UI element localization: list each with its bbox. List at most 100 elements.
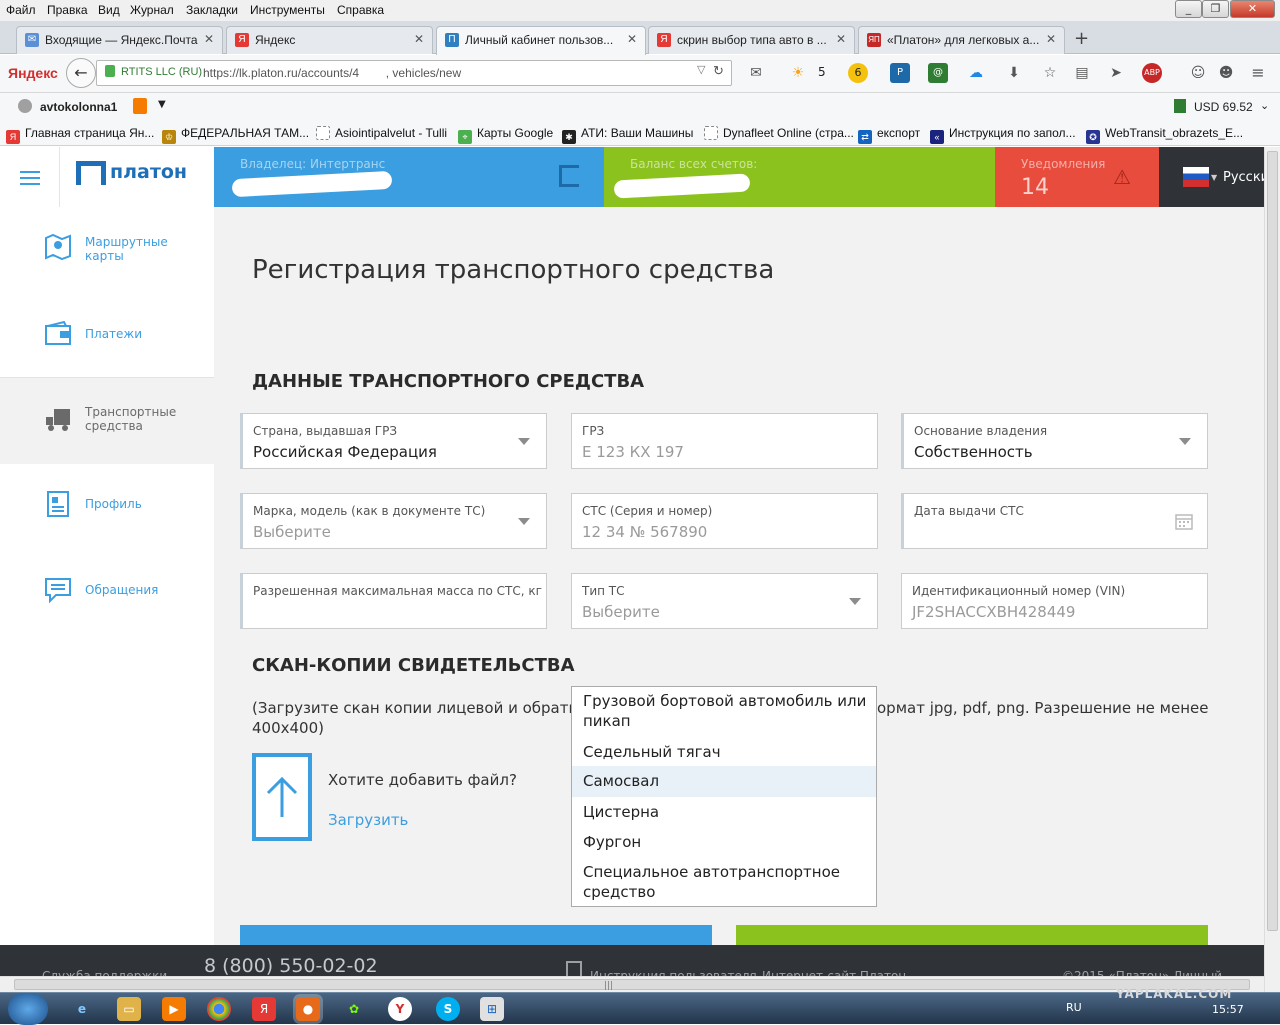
tab-platon[interactable]: П Личный кабинет пользов... ✕ [436,26,646,55]
menu-history[interactable]: Журнал [130,3,174,17]
bookmark-item[interactable]: « Инструкция по запол... [930,126,1076,144]
bookmark-item[interactable]: ⇄ експорт [858,126,920,144]
sts-date-input[interactable]: Дата выдачи СТС [901,493,1208,549]
sidebar-item-profile[interactable]: Профиль [0,464,214,550]
language-label: Русски [1223,170,1264,185]
download-icon[interactable]: ⬇ [1004,63,1024,83]
minimize-button[interactable]: _ [1175,0,1202,18]
sidebar-item-payments[interactable]: Платежи [0,293,214,379]
notifications-block[interactable]: Уведомления 14 ⚠ [995,147,1159,207]
menu-file[interactable]: Файл [6,3,36,17]
extension-c-icon[interactable]: @ [928,63,948,83]
username[interactable]: avtokolonna1 [40,100,117,114]
scrollbar-thumb[interactable] [1267,151,1278,931]
star-icon[interactable]: ☆ [1040,63,1060,83]
firefox-icon[interactable]: ● [296,997,320,1021]
language-selector[interactable]: ▼ Русски [1159,147,1264,207]
network-icon[interactable]: ⊞ [480,997,504,1021]
option-tanker[interactable]: Цистерна [572,802,876,822]
chat-icon[interactable]: ☺ [1188,63,1208,83]
close-window-button[interactable]: ✕ [1230,0,1275,18]
icq-icon[interactable]: ✿ [342,997,366,1021]
user-icon[interactable]: ☻ [1216,63,1236,83]
logout-icon[interactable] [559,165,579,187]
bookmark-item[interactable]: ✪ WebTransit_obrazets_E... [1086,126,1243,144]
close-tab-icon[interactable]: ✕ [204,32,214,46]
reload-icon[interactable]: ↻ [713,63,724,79]
mail-icon[interactable]: ✉ [746,63,766,83]
menu-bookmarks[interactable]: Закладки [186,3,238,17]
vehicle-type-select[interactable]: Тип ТС Выберите [571,573,878,629]
maximize-button[interactable]: ❐ [1202,0,1229,18]
new-tab-button[interactable]: + [1074,28,1089,49]
yandex-browser-icon[interactable]: Я [252,997,276,1021]
language-indicator[interactable]: RU [1066,1001,1082,1014]
bookmark-item[interactable]: ✱ АТИ: Ваши Машины [562,126,693,144]
option-special[interactable]: Специальное автотранспортное средство [572,862,876,902]
skype-icon[interactable]: S [436,997,460,1021]
logo[interactable]: платон [60,147,214,207]
bookmark-item[interactable]: ⌖ Карты Google [458,126,553,144]
sidebar-item-vehicles[interactable]: Транспортные средства [0,378,214,464]
media-player-icon[interactable]: ▶ [162,997,186,1021]
menu-view[interactable]: Вид [98,3,120,17]
vin-input[interactable]: Идентификационный номер (VIN) JF2SHACCXB… [901,573,1208,629]
plate-input[interactable]: ГРЗ Е 123 КХ 197 [571,413,878,469]
yandex-icon[interactable]: Y [388,997,412,1021]
tab-mail[interactable]: ✉ Входящие — Яндекс.Почта ✕ [16,26,223,54]
chevron-down-icon[interactable]: ⌄ [1260,99,1269,112]
sts-input[interactable]: СТС (Серия и номер) 12 34 № 567890 [571,493,878,549]
ie-icon[interactable]: e [70,997,94,1021]
hamburger-menu-icon[interactable]: ≡ [1248,63,1268,83]
extension-p-icon[interactable]: P [890,63,910,83]
upload-link[interactable]: Загрузить [328,811,408,829]
sync-icon[interactable]: ☁ [966,63,986,83]
explorer-icon[interactable]: ▭ [117,997,141,1021]
close-tab-icon[interactable]: ✕ [1046,32,1056,46]
option-truck[interactable]: Грузовой бортовой автомобиль или пикап [572,691,876,731]
back-icon[interactable]: ← [66,58,96,88]
tab-search[interactable]: Я скрин выбор типа авто в ... ✕ [648,26,855,54]
menu-help[interactable]: Справка [337,3,384,17]
calendar-icon[interactable] [1175,512,1193,530]
url-bar[interactable]: RTITS LLC (RU) https://lk.platon.ru/acco… [96,60,732,86]
bookmark-icon[interactable] [133,98,147,114]
option-tractor[interactable]: Седельный тягач [572,742,876,762]
url-text[interactable]: https://lk.platon.ru/accounts/4 , vehicl… [203,66,461,80]
close-tab-icon[interactable]: ✕ [414,32,424,46]
menu-edit[interactable]: Правка [47,3,88,17]
notification-badge[interactable]: 6 [848,63,868,83]
tab-yandex[interactable]: Я Яндекс ✕ [226,26,433,54]
vertical-scrollbar[interactable] [1264,147,1280,992]
bookmark-item[interactable]: ♔ ФЕДЕРАЛЬНАЯ ТАМ... [162,126,309,144]
clock[interactable]: 15:57 [1212,1003,1244,1016]
bookmark-item[interactable]: Asiointipalvelut - Tulli [316,126,447,140]
bookmark-item[interactable]: Dynafleet Online (стра... [704,126,854,140]
close-tab-icon[interactable]: ✕ [836,32,846,46]
menu-tools[interactable]: Инструменты [250,3,325,17]
option-dump-truck[interactable]: Самосвал [572,766,876,797]
chrome-icon[interactable] [207,997,231,1021]
dropdown-arrow-icon[interactable]: ▽ [697,63,705,76]
menu-toggle[interactable] [0,147,60,207]
ownership-select[interactable]: Основание владения Собственность [901,413,1208,469]
tab-yap[interactable]: ЯП «Платон» для легковых а... ✕ [858,26,1065,54]
chevron-down-icon[interactable]: ▼ [158,99,166,110]
sidebar-item-requests[interactable]: Обращения [0,550,214,636]
max-mass-input[interactable]: Разрешенная максимальная масса по СТС, к… [240,573,547,629]
reader-icon[interactable]: ▤ [1072,63,1092,83]
option-van[interactable]: Фургон [572,832,876,852]
adblock-icon[interactable]: ABP [1142,63,1162,83]
upload-box[interactable] [252,753,312,841]
send-icon[interactable]: ➤ [1106,63,1126,83]
country-select[interactable]: Страна, выдавшая ГРЗ Российская Федераци… [240,413,547,469]
brand-select[interactable]: Марка, модель (как в документе ТС) Выбер… [240,493,547,549]
close-tab-icon[interactable]: ✕ [627,32,637,46]
horizontal-scrollbar[interactable] [0,976,1264,992]
bookmark-item[interactable]: Я Главная страница Ян... [6,126,154,144]
sidebar-item-routes[interactable]: Маршрутные карты [0,207,214,293]
start-button[interactable] [8,993,48,1025]
avatar[interactable] [18,99,32,113]
support-phone[interactable]: 8 (800) 550-02-02 [204,955,378,977]
weather-icon[interactable]: ☀ [788,63,808,83]
